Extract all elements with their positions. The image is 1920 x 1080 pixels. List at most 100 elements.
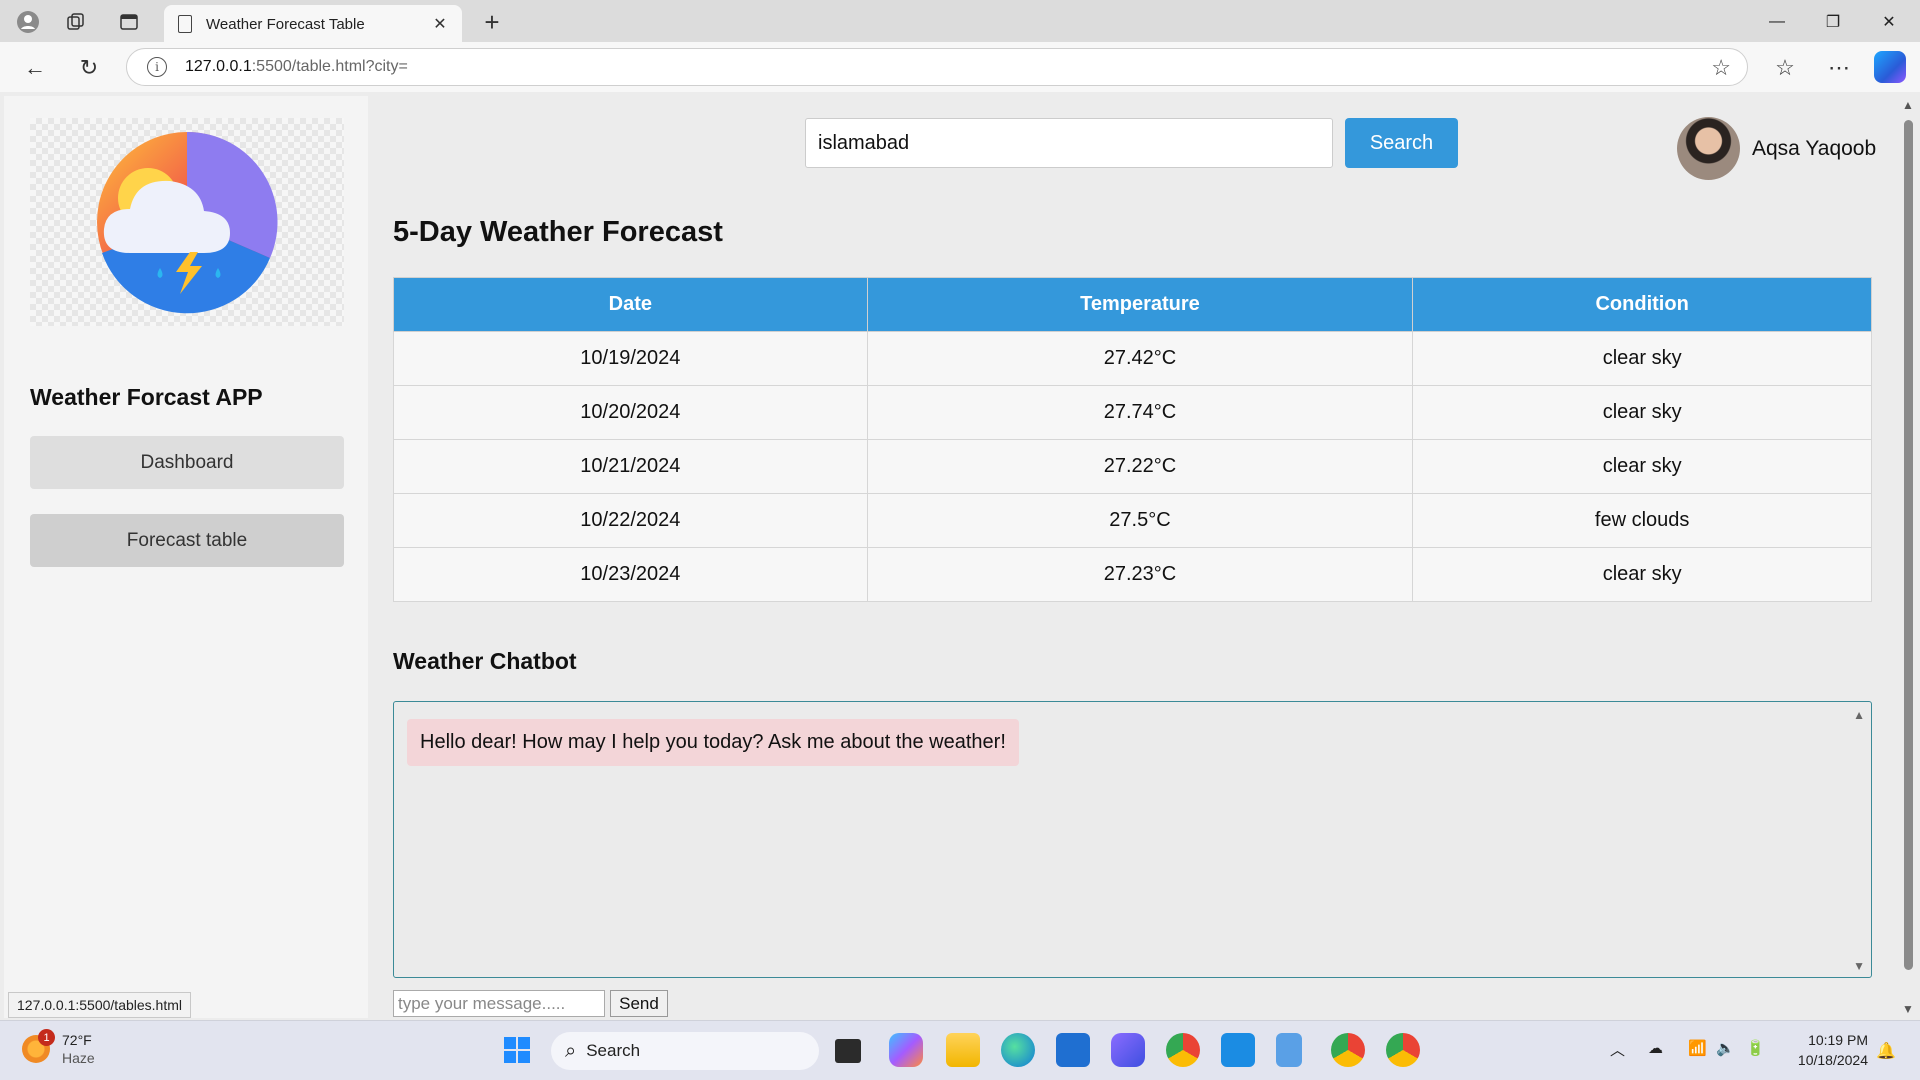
cell-condition: clear sky: [1412, 439, 1872, 494]
taskbar-search-label: Search: [586, 1041, 641, 1060]
favorite-star-icon[interactable]: ☆: [1711, 55, 1731, 81]
taskbar: 1 72°F Haze ⌕ Search ︿ ☁ 📶 🔈 🔋 10:19 PM …: [0, 1020, 1920, 1080]
cell-date: 10/21/2024: [393, 439, 868, 494]
cell-condition: clear sky: [1412, 547, 1872, 602]
send-button[interactable]: Send: [610, 990, 668, 1017]
reload-button[interactable]: ↻: [72, 51, 106, 85]
status-bar-url: 127.0.0.1:5500/tables.html: [8, 992, 192, 1018]
page-title: 5-Day Weather Forecast: [393, 216, 723, 248]
cell-temperature: 27.42°C: [866, 331, 1414, 386]
profile-icon[interactable]: [12, 6, 44, 38]
taskbar-search[interactable]: ⌕ Search: [551, 1032, 819, 1070]
scroll-up-icon[interactable]: ▲: [1902, 98, 1914, 112]
search-button[interactable]: Search: [1345, 118, 1458, 168]
table-row: 10/20/2024 27.74°C clear sky: [393, 385, 1872, 440]
start-icon[interactable]: [500, 1033, 534, 1067]
column-header-date: Date: [393, 277, 868, 332]
new-tab-button[interactable]: +: [476, 6, 508, 38]
weather-temp: 72°F: [62, 1032, 92, 1048]
user-name: Aqsa Yaqoob: [1752, 137, 1877, 160]
scroll-down-icon[interactable]: ▼: [1902, 1002, 1914, 1016]
cell-condition: clear sky: [1412, 385, 1872, 440]
weather-widget[interactable]: 1 72°F Haze: [22, 1029, 95, 1067]
notepad-icon[interactable]: [1276, 1033, 1302, 1067]
chrome-profile-2-icon[interactable]: [1386, 1033, 1420, 1067]
table-row: 10/22/2024 27.5°C few clouds: [393, 493, 1872, 548]
cell-date: 10/22/2024: [393, 493, 868, 548]
table-row: 10/19/2024 27.42°C clear sky: [393, 331, 1872, 386]
app-hexagon-icon[interactable]: [1111, 1033, 1145, 1067]
url-field[interactable]: i 127.0.0.1:5500/table.html?city= ☆: [126, 48, 1748, 86]
cell-date: 10/23/2024: [393, 547, 868, 602]
active-tab[interactable]: Weather Forecast Table ✕: [164, 5, 462, 43]
clock-time: 10:19 PM: [1808, 1032, 1868, 1048]
vscode-icon[interactable]: [1221, 1033, 1255, 1067]
avatar[interactable]: [1677, 117, 1740, 180]
table-row: 10/23/2024 27.23°C clear sky: [393, 547, 1872, 602]
site-info-icon[interactable]: i: [147, 57, 167, 77]
app-logo: [30, 118, 344, 326]
close-window-button[interactable]: ✕: [1862, 8, 1916, 36]
cell-condition: clear sky: [1412, 331, 1872, 386]
url-host: 127.0.0.1: [185, 58, 252, 75]
show-hidden-icons-icon[interactable]: ︿: [1610, 1039, 1625, 1060]
chat-message-input[interactable]: type your message.....: [393, 990, 605, 1017]
city-search-input[interactable]: islamabad: [805, 118, 1333, 168]
onedrive-icon[interactable]: ☁: [1648, 1039, 1663, 1057]
sidebar: Weather Forcast APP Dashboard Forecast t…: [4, 96, 368, 1018]
wifi-icon[interactable]: 📶: [1688, 1039, 1707, 1057]
forecast-table-button[interactable]: Forecast table: [30, 514, 344, 567]
weather-condition: Haze: [62, 1050, 95, 1066]
bot-message: Hello dear! How may I help you today? As…: [407, 719, 1019, 766]
chrome-icon[interactable]: [1166, 1033, 1200, 1067]
copilot-icon[interactable]: [1874, 51, 1906, 83]
cell-date: 10/19/2024: [393, 331, 868, 386]
scroll-thumb[interactable]: [1904, 120, 1913, 970]
close-tab-icon[interactable]: ✕: [428, 14, 452, 34]
tab-title: Weather Forecast Table: [206, 15, 365, 33]
volume-icon[interactable]: 🔈: [1716, 1039, 1735, 1057]
url-path: :5500/table.html?city=: [251, 58, 408, 75]
copilot-app-icon[interactable]: [889, 1033, 923, 1067]
main-content: islamabad Search Aqsa Yaqoob 5-Day Weath…: [372, 92, 1896, 1020]
table-header-row: Date Temperature Condition: [393, 277, 1872, 332]
page-scrollbar[interactable]: ▲ ▼: [1900, 92, 1916, 1020]
cell-temperature: 27.22°C: [866, 439, 1414, 494]
chat-history[interactable]: Hello dear! How may I help you today? As…: [393, 701, 1872, 978]
store-icon[interactable]: [1056, 1033, 1090, 1067]
chat-scroll-up-icon[interactable]: ▲: [1853, 708, 1865, 722]
cell-temperature: 27.5°C: [866, 493, 1414, 548]
cell-temperature: 27.74°C: [866, 385, 1414, 440]
column-header-condition: Condition: [1412, 277, 1872, 332]
file-explorer-icon[interactable]: [946, 1033, 980, 1067]
notification-bell-icon[interactable]: 🔔: [1876, 1041, 1896, 1061]
system-clock[interactable]: 10:19 PM 10/18/2024: [1786, 1030, 1868, 1070]
cell-temperature: 27.23°C: [866, 547, 1414, 602]
workspaces-icon[interactable]: [60, 6, 92, 38]
chat-scroll-down-icon[interactable]: ▼: [1853, 959, 1865, 973]
task-view-icon[interactable]: [835, 1039, 861, 1063]
chrome-profile-icon[interactable]: [1331, 1033, 1365, 1067]
search-icon: ⌕: [565, 1039, 577, 1062]
cell-date: 10/20/2024: [393, 385, 868, 440]
chatbot-title: Weather Chatbot: [393, 648, 577, 674]
browser-tab-bar: Weather Forecast Table ✕ + — ❐ ✕: [0, 0, 1920, 43]
clock-date: 10/18/2024: [1797, 1052, 1868, 1068]
notification-badge: 1: [38, 1029, 55, 1046]
forecast-table: Date Temperature Condition 10/19/2024 27…: [393, 277, 1872, 602]
page-viewport: Weather Forcast APP Dashboard Forecast t…: [0, 92, 1920, 1020]
cell-condition: few clouds: [1412, 493, 1872, 548]
edge-icon[interactable]: [1001, 1033, 1035, 1067]
table-row: 10/21/2024 27.22°C clear sky: [393, 439, 1872, 494]
favorites-icon[interactable]: ☆: [1768, 51, 1802, 85]
column-header-temperature: Temperature: [866, 277, 1414, 332]
minimize-button[interactable]: —: [1750, 8, 1804, 36]
address-bar-row: ← ↻ i 127.0.0.1:5500/table.html?city= ☆ …: [0, 42, 1920, 92]
battery-icon[interactable]: 🔋: [1746, 1039, 1765, 1057]
vertical-tabs-icon[interactable]: [113, 6, 145, 38]
more-menu-icon[interactable]: ⋯: [1822, 51, 1856, 85]
weather-icon: 1: [22, 1029, 55, 1063]
restore-button[interactable]: ❐: [1806, 8, 1860, 36]
back-button[interactable]: ←: [18, 51, 52, 85]
dashboard-button[interactable]: Dashboard: [30, 436, 344, 489]
